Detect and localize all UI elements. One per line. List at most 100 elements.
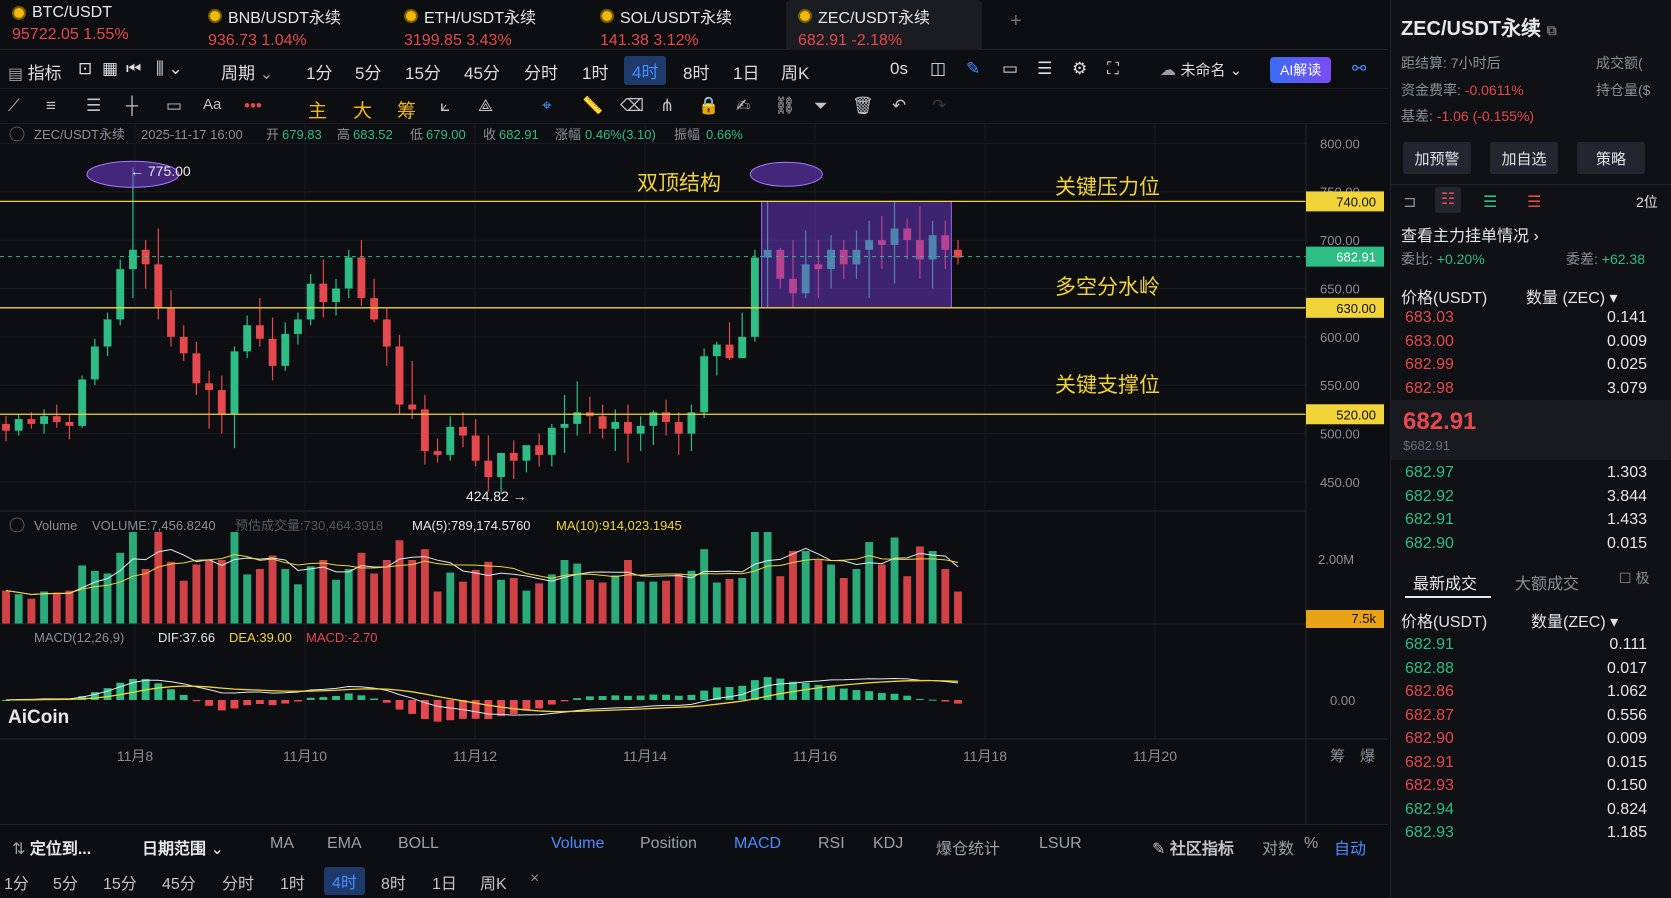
orderbook-qty-header[interactable]: 数量 (ZEC) ▾ [1526,284,1618,308]
interval-time[interactable]: 分时 [524,59,558,84]
interval-8h[interactable]: 8时 [683,59,709,84]
undo-icon[interactable]: ↶ [892,96,906,116]
price-chart[interactable]: 双顶结构 关键压力位 多空分水岭 关键支撑位 ← 775.00 424.82 →… [0,124,1388,824]
interval-1d[interactable]: 1日 [733,59,759,84]
parallel-lines-icon[interactable]: ≡ [46,96,56,116]
ask-row[interactable]: 682.99 0.025 [1405,356,1665,374]
bottom-interval-1d[interactable]: 1日 [432,870,457,894]
bottom-interval-8h[interactable]: 8时 [381,870,406,894]
percent-toggle[interactable]: % [1304,835,1318,853]
auto-scale-toggle[interactable]: 自动 [1334,835,1366,859]
large-trades-tab[interactable]: 大额成交 [1515,570,1579,594]
add-watchlist-button[interactable]: 加自选 [1490,142,1558,174]
lock-icon[interactable]: 🔒 [698,96,719,116]
select-tool-icon[interactable]: ⌖ [542,96,552,116]
candle-type-icon[interactable]: ⫼ ⌄ [156,59,183,79]
ind-rsi[interactable]: RSI [818,835,845,853]
trash-icon[interactable]: 🗑 [852,96,874,116]
interval-15m[interactable]: 15分 [405,59,441,84]
interval-1h[interactable]: 1时 [582,59,608,84]
ind-lsur[interactable]: LSUR [1039,835,1082,853]
orderbook-bids-icon[interactable]: ☰ [1483,192,1497,212]
ind-boll[interactable]: BOLL [398,835,439,853]
ind-position[interactable]: Position [640,835,697,853]
tab-btc[interactable]: BTC/USDT 95722.05 1.55% [0,0,180,50]
list-icon[interactable]: ☰ [1037,59,1052,79]
more-tools-icon[interactable]: ••• [244,96,262,116]
rewind-icon[interactable]: ⏮ [126,59,141,79]
trade-row[interactable]: 682.94 0.824 [1405,801,1665,819]
trade-row[interactable]: 682.93 1.185 [1405,824,1665,842]
main-force-button[interactable]: 主 [308,96,327,123]
trade-row[interactable]: 682.88 0.017 [1405,660,1665,678]
ind-ema[interactable]: EMA [327,835,362,853]
add-alert-button[interactable]: 加预警 [1403,142,1471,174]
tab-bnb[interactable]: BNB/USDT永续 936.73 1.04% [196,0,376,50]
big-order-button[interactable]: 大 [353,96,372,123]
hlines-icon[interactable]: ☰ [86,96,101,116]
trades-qty-header[interactable]: 数量(ZEC) ▾ [1531,608,1618,632]
trade-row[interactable]: 682.87 0.556 [1405,707,1665,725]
camera-icon[interactable]: ◫ [930,59,946,79]
popout-icon[interactable]: ⧉ [1547,22,1557,38]
trade-row[interactable]: 682.86 1.062 [1405,683,1665,701]
indicators-button[interactable]: ▤ 指标 [8,59,62,84]
close-icon[interactable]: × [530,870,539,888]
trade-row[interactable]: 682.93 0.150 [1405,777,1665,795]
grid-icon[interactable]: ▦ [102,59,118,79]
ask-row[interactable]: 683.00 0.009 [1405,333,1665,351]
chip-button[interactable]: 筹 [397,96,416,123]
orderbook-both-icon[interactable]: ⊐ [1403,192,1416,212]
trade-row[interactable]: 682.91 0.111 [1405,636,1665,654]
ind-liquidation[interactable]: 爆仓统计 [936,835,1000,859]
bottom-interval-time[interactable]: 分时 [222,870,254,894]
bottom-interval-1h[interactable]: 1时 [280,870,305,894]
tab-zec[interactable]: ZEC/USDT永续 682.91 -2.18% [786,0,982,50]
bottom-interval-15m[interactable]: 15分 [103,870,137,894]
latest-trades-tab[interactable]: 最新成交 [1413,570,1477,594]
ask-row[interactable]: 682.98 3.079 [1405,380,1665,398]
ind-ma[interactable]: MA [270,835,294,853]
comment-icon[interactable]: ▭ [1002,59,1018,79]
bottom-interval-45m[interactable]: 45分 [162,870,196,894]
trendline-icon[interactable]: ⟋ [8,96,20,116]
layout-icon[interactable]: ⊡ [78,59,92,79]
orderbook-split-icon[interactable]: ☷ [1435,187,1461,213]
fullscreen-icon[interactable]: ⛶ [1107,59,1119,79]
layout-name-dropdown[interactable]: ☁ 未命名 ⌄ [1160,59,1242,80]
ind-macd[interactable]: MACD [734,835,781,853]
measure-icon[interactable]: ⟀ [440,96,450,116]
period-dropdown[interactable]: 周期 ⌄ [221,59,273,84]
log-scale-toggle[interactable]: 对数 [1262,835,1294,859]
share-icon[interactable]: ⚯ [1352,59,1366,79]
ruler-icon[interactable]: 📏 [582,96,603,116]
magnet-icon[interactable]: ⋔ [660,96,674,116]
orderbook-asks-icon[interactable]: ☰ [1527,192,1541,212]
depth-level[interactable]: 2位 [1636,192,1658,212]
ai-explain-button[interactable]: AI解读 [1270,57,1332,83]
cross-line-icon[interactable]: ┼ [126,96,138,116]
community-indicators-button[interactable]: ✎ 社区指标 [1152,835,1234,859]
interval-5m[interactable]: 5分 [355,59,381,84]
bid-row[interactable]: 682.92 3.844 [1405,488,1665,506]
bottom-interval-week[interactable]: 周K [480,870,507,894]
trade-row[interactable]: 682.90 0.009 [1405,730,1665,748]
text-tool-icon[interactable]: Aa [203,96,221,113]
extreme-checkbox[interactable]: ☐ 极 [1619,568,1649,588]
draw-settings-icon[interactable]: ⟁ [478,96,493,116]
bottom-interval-4h[interactable]: 4时 [324,867,365,895]
date-range-button[interactable]: 日期范围 ⌄ [142,835,224,859]
ask-row[interactable]: 683.03 0.141 [1405,309,1665,327]
rectangle-icon[interactable]: ▭ [166,96,182,116]
pencil-icon[interactable]: ✎ [966,59,980,79]
interval-45m[interactable]: 45分 [464,59,500,84]
bid-row[interactable]: 682.97 1.303 [1405,464,1665,482]
strategy-button[interactable]: 策略 [1577,142,1645,174]
bottom-interval-1m[interactable]: 1分 [4,870,29,894]
tab-sol[interactable]: SOL/USDT永续 141.38 3.12% [588,0,768,50]
main-orders-link[interactable]: 查看主力挂单情况 › [1401,222,1539,246]
ind-kdj[interactable]: KDJ [873,835,903,853]
edit-icon[interactable]: ✍ [736,96,750,116]
settings-icon[interactable]: ⚙ [1072,59,1087,79]
tab-eth[interactable]: ETH/USDT永续 3199.85 3.43% [392,0,572,50]
